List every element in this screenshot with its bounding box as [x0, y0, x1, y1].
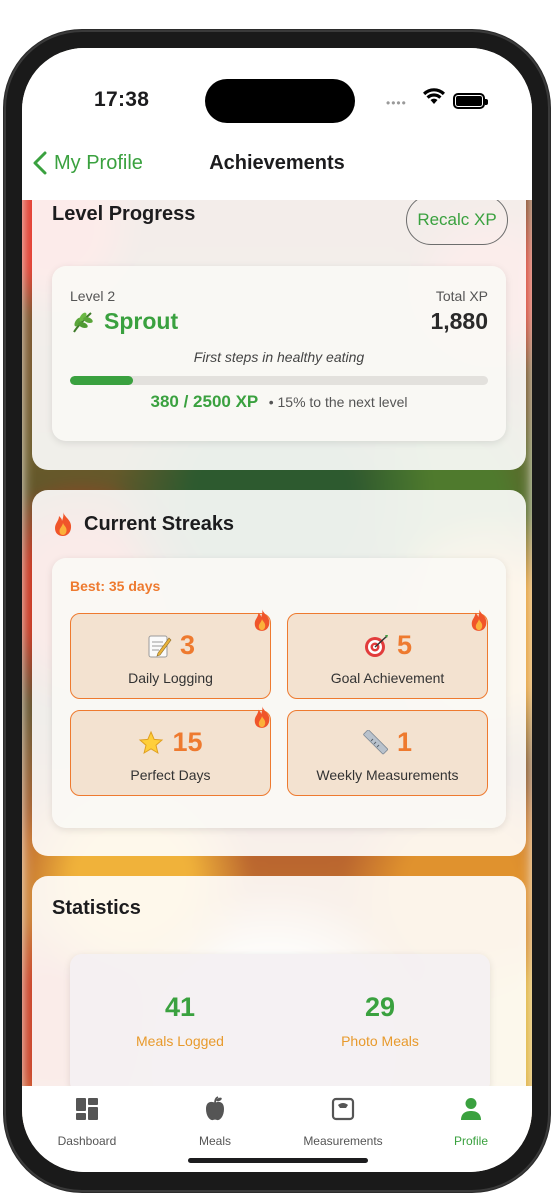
level-number: Level 2 [70, 288, 116, 304]
fire-icon [254, 706, 270, 728]
streak-value: 5 [396, 630, 413, 660]
level-name-text: Sprout [104, 308, 179, 334]
herb-leaf-icon [73, 311, 93, 333]
statistics-panel: 41 Meals Logged 29 Photo Meals [70, 954, 490, 1094]
stat-label: Photo Meals [341, 1033, 419, 1049]
current-streaks-title: Current Streaks [84, 512, 235, 535]
wifi-icon [423, 88, 445, 104]
level-tagline: First steps in healthy eating [193, 349, 365, 365]
tab-label: Profile [453, 1134, 488, 1148]
page-title: Achievements [209, 152, 345, 174]
tab-bar: Dashboard Meals Measurements Profile [22, 1086, 532, 1172]
dashboard-icon [76, 1098, 98, 1120]
target-icon [364, 634, 388, 657]
total-xp-value: 1,880 [430, 308, 488, 334]
statistics-card: Statistics 41 Meals Logged 29 Photo Meal… [32, 876, 526, 1116]
device-frame: 17:38 •••• My Profile Achievements Level… [4, 30, 550, 1192]
level-progress-card: Level Progress Recalc XP Level 2 Sprout … [32, 170, 526, 470]
scale-icon [331, 1097, 355, 1121]
fire-icon [55, 512, 72, 536]
stat-value: 41 [164, 992, 196, 1022]
level-name: Sprout [70, 308, 178, 335]
status-bar: 17:38 •••• [22, 48, 532, 130]
star-icon [139, 730, 164, 754]
tab-measurements[interactable]: Measurements [288, 1096, 398, 1148]
tab-dashboard[interactable]: Dashboard [32, 1096, 142, 1148]
xp-progress-row: 380 / 2500 XP • 15% to the next level [52, 392, 506, 412]
streak-label: Daily Logging [128, 670, 213, 686]
level-progress-title: Level Progress [52, 203, 196, 225]
level-info-panel: Level 2 Sprout Total XP 1,880 First step… [52, 266, 506, 441]
xp-progress-fill [70, 376, 133, 385]
streak-label: Weekly Measurements [316, 767, 459, 783]
home-indicator [188, 1158, 368, 1163]
xp-progress-note: • 15% to the next level [268, 394, 408, 410]
statistics-title: Statistics [52, 897, 141, 919]
tab-meals[interactable]: Meals [160, 1096, 270, 1148]
streak-label: Perfect Days [130, 767, 211, 783]
streaks-panel: Best: 35 days 3 Daily Logging 5 Goal Ach… [52, 558, 506, 828]
apple-icon [206, 1096, 224, 1121]
person-icon [461, 1098, 481, 1120]
tab-label: Meals [198, 1134, 231, 1148]
xp-progress-bar [70, 376, 488, 385]
best-streak: Best: 35 days [70, 578, 161, 594]
tab-label: Measurements [303, 1134, 383, 1148]
streak-perfect-days: 15 Perfect Days [70, 706, 271, 796]
stat-label: Meals Logged [136, 1033, 224, 1049]
tab-profile[interactable]: Profile [416, 1096, 526, 1148]
streak-value: 1 [396, 727, 413, 757]
current-streaks-header: Current Streaks [52, 511, 234, 537]
streak-label: Goal Achievement [330, 670, 445, 686]
streak-daily-logging: 3 Daily Logging [70, 609, 271, 699]
fire-icon [254, 609, 270, 631]
streak-value: 3 [179, 630, 196, 660]
tab-label: Dashboard [57, 1134, 117, 1148]
xp-progress-value: 380 / 2500 XP [150, 392, 259, 411]
ruler-icon [363, 729, 388, 754]
dynamic-island [205, 79, 355, 123]
navigation-bar: My Profile Achievements [22, 130, 532, 200]
current-streaks-card: Current Streaks Best: 35 days 3 Daily Lo… [32, 490, 526, 856]
screen: 17:38 •••• My Profile Achievements Level… [22, 48, 532, 1172]
cellular-signal-icon: •••• [386, 96, 407, 110]
status-time: 17:38 [94, 88, 150, 111]
streak-goal-achievement: 5 Goal Achievement [287, 609, 488, 699]
fire-icon [471, 609, 487, 631]
streak-value: 15 [172, 727, 203, 757]
stat-value: 29 [364, 992, 396, 1022]
stat-photo-meals: 29 Photo Meals [300, 992, 460, 1049]
battery-icon [453, 93, 488, 109]
memo-icon [148, 635, 172, 657]
recalc-xp-button[interactable]: Recalc XP [406, 195, 508, 245]
stat-meals-logged: 41 Meals Logged [100, 992, 260, 1049]
streak-weekly-measurements: 1 Weekly Measurements [287, 710, 488, 796]
total-xp-label: Total XP [435, 288, 488, 304]
